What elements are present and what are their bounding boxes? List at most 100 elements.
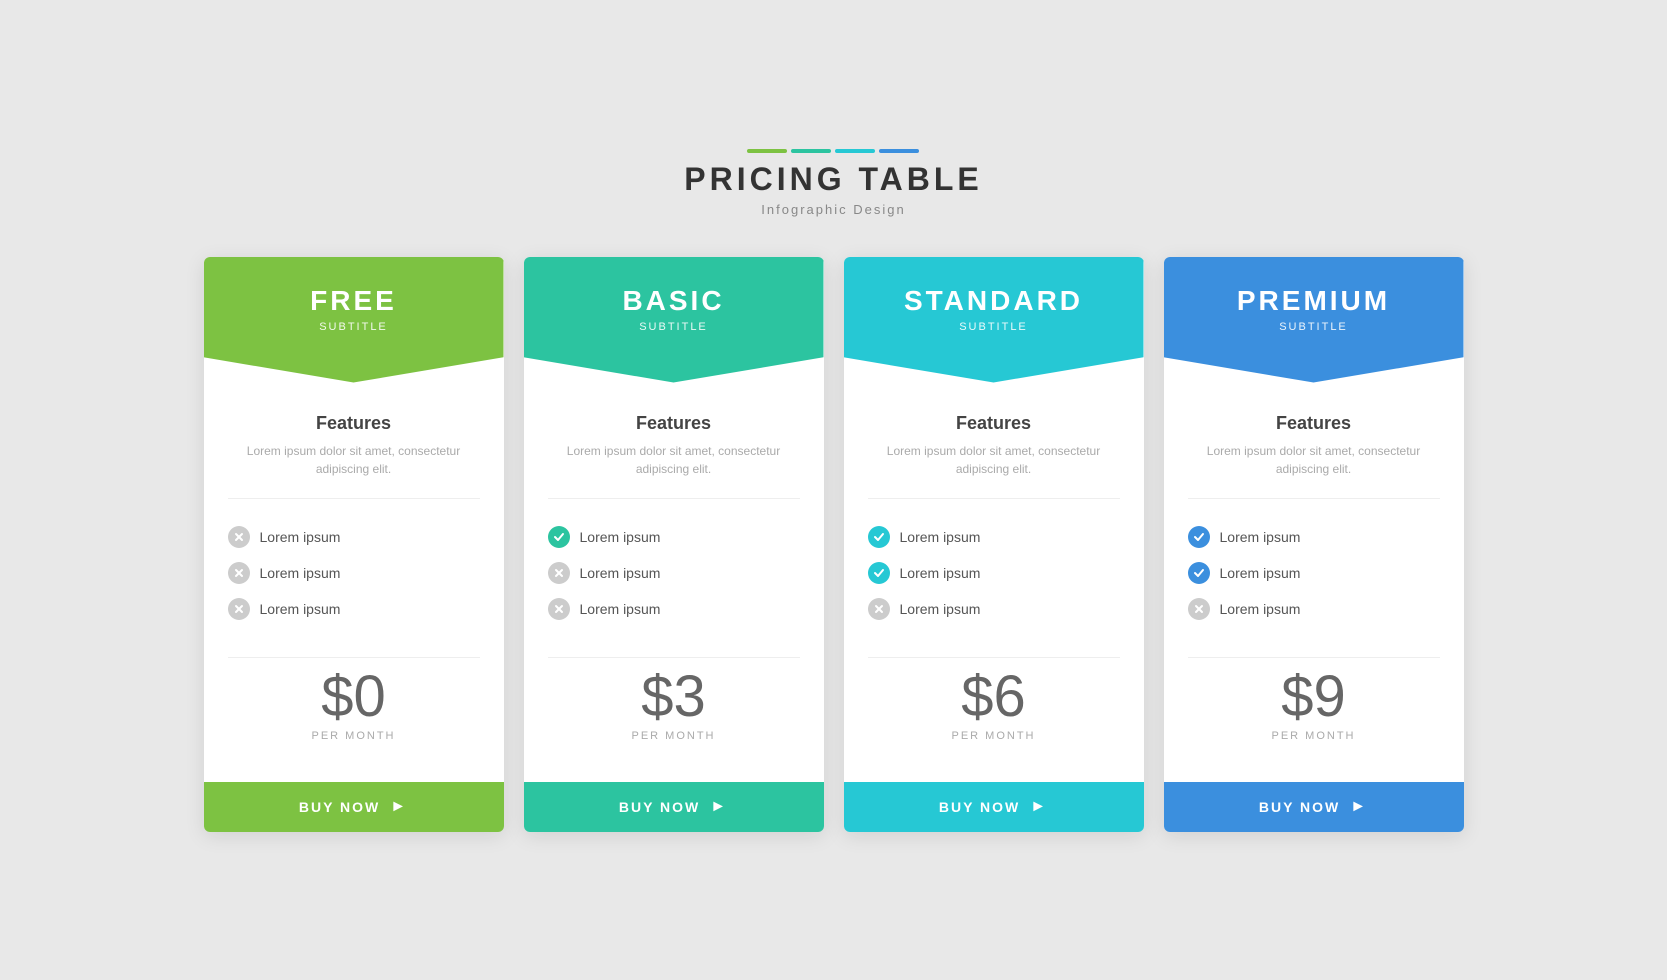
price-amount-basic: $3 [548,668,800,726]
card-footer-standard: BUY NOW ► [844,782,1144,832]
feature-text: Lorem ipsum [900,601,981,617]
check-icon [1188,526,1210,548]
buy-button-label: BUY NOW [619,799,700,815]
list-item: Lorem ipsum [868,591,1120,627]
feature-text: Lorem ipsum [260,529,341,545]
price-period-standard: PER MONTH [868,730,1120,742]
list-item: Lorem ipsum [228,555,480,591]
feature-text: Lorem ipsum [900,529,981,545]
card-footer-free: BUY NOW ► [204,782,504,832]
card-body-premium: FeaturesLorem ipsum dolor sit amet, cons… [1164,383,1464,782]
feature-text: Lorem ipsum [1220,565,1301,581]
cross-icon [228,526,250,548]
plan-subtitle-basic: SUBTITLE [544,321,804,333]
feature-list-premium: Lorem ipsum Lorem ipsum Lorem ipsum [1188,519,1440,627]
plan-name-basic: BASIC [544,285,804,317]
plan-subtitle-free: SUBTITLE [224,321,484,333]
features-desc-basic: Lorem ipsum dolor sit amet, consectetur … [548,442,800,499]
feature-list-basic: Lorem ipsum Lorem ipsum Lorem ipsum [548,519,800,627]
cross-icon [548,598,570,620]
list-item: Lorem ipsum [1188,591,1440,627]
decorator-blue [879,149,919,153]
buy-button-label: BUY NOW [299,799,380,815]
cross-icon [868,598,890,620]
feature-text: Lorem ipsum [1220,601,1301,617]
price-section-standard: $6 PER MONTH [868,657,1120,742]
page-title: PRICING TABLE [684,161,983,198]
feature-text: Lorem ipsum [580,565,661,581]
list-item: Lorem ipsum [868,519,1120,555]
card-footer-basic: BUY NOW ► [524,782,824,832]
price-period-premium: PER MONTH [1188,730,1440,742]
buy-button-basic[interactable]: BUY NOW ► [524,782,824,832]
check-icon [868,562,890,584]
price-section-premium: $9 PER MONTH [1188,657,1440,742]
check-icon [548,526,570,548]
plan-subtitle-standard: SUBTITLE [864,321,1124,333]
card-body-standard: Features Lorem ipsum dolor sit amet, cons… [844,383,1144,782]
decorator-cyan [835,149,875,153]
buy-button-free[interactable]: BUY NOW ► [204,782,504,832]
arrow-icon: ► [710,798,728,816]
pricing-container: FREE SUBTITLE Features Lorem ipsum dolor … [204,257,1464,832]
decorator-green [747,149,787,153]
list-item: Lorem ipsum [228,591,480,627]
pricing-card-standard: STANDARD SUBTITLE Features Lorem ipsum do… [844,257,1144,832]
check-icon [868,526,890,548]
header-decorators [684,149,983,153]
decorator-teal [791,149,831,153]
feature-text: Lorem ipsum [580,529,661,545]
arrow-icon: ► [1350,798,1368,816]
plan-subtitle-premium: SUBTITLE [1184,321,1444,333]
card-footer-premium: BUY NOW► [1164,782,1464,832]
plan-name-standard: STANDARD [864,285,1124,317]
pricing-card-free: FREE SUBTITLE Features Lorem ipsum dolor … [204,257,504,832]
feature-text: Lorem ipsum [260,601,341,617]
card-body-basic: Features Lorem ipsum dolor sit amet, cons… [524,383,824,782]
price-period-basic: PER MONTH [548,730,800,742]
buy-button-premium[interactable]: BUY NOW► [1164,782,1464,832]
cross-icon [228,598,250,620]
list-item: Lorem ipsum [1188,555,1440,591]
feature-text: Lorem ipsum [260,565,341,581]
list-item: Lorem ipsum [548,519,800,555]
list-item: Lorem ipsum [1188,519,1440,555]
list-item: Lorem ipsum [548,555,800,591]
feature-text: Lorem ipsum [1220,529,1301,545]
features-desc-standard: Lorem ipsum dolor sit amet, consectetur … [868,442,1120,499]
list-item: Lorem ipsum [548,591,800,627]
plan-name-free: FREE [224,285,484,317]
pricing-card-premium: PREMIUM SUBTITLE FeaturesLorem ipsum dol… [1164,257,1464,832]
buy-button-standard[interactable]: BUY NOW ► [844,782,1144,832]
page-subtitle: Infographic Design [684,202,983,217]
feature-text: Lorem ipsum [900,565,981,581]
price-amount-standard: $6 [868,668,1120,726]
card-header-basic: BASIC SUBTITLE [524,257,824,383]
card-header-premium: PREMIUM SUBTITLE [1164,257,1464,383]
arrow-icon: ► [1030,798,1048,816]
feature-list-standard: Lorem ipsum Lorem ipsum Lorem ipsum [868,519,1120,627]
list-item: Lorem ipsum [228,519,480,555]
cross-icon [548,562,570,584]
pricing-card-basic: BASIC SUBTITLE Features Lorem ipsum dolor… [524,257,824,832]
list-item: Lorem ipsum [868,555,1120,591]
features-desc-free: Lorem ipsum dolor sit amet, consectetur … [228,442,480,499]
features-title-basic: Features [636,413,711,434]
card-body-free: Features Lorem ipsum dolor sit amet, cons… [204,383,504,782]
card-header-standard: STANDARD SUBTITLE [844,257,1144,383]
plan-name-premium: PREMIUM [1184,285,1444,317]
page-header: PRICING TABLE Infographic Design [684,149,983,217]
feature-list-free: Lorem ipsum Lorem ipsum Lorem ipsum [228,519,480,627]
features-title-free: Features [316,413,391,434]
card-header-free: FREE SUBTITLE [204,257,504,383]
cross-icon [1188,598,1210,620]
arrow-icon: ► [390,798,408,816]
features-title-standard: Features [956,413,1031,434]
price-section-basic: $3 PER MONTH [548,657,800,742]
price-section-free: $0PER MONTH [228,657,480,742]
features-title-premium: Features [1276,413,1351,434]
feature-text: Lorem ipsum [580,601,661,617]
price-amount-premium: $9 [1188,668,1440,726]
price-period-free: PER MONTH [228,730,480,742]
buy-button-label: BUY NOW [939,799,1020,815]
